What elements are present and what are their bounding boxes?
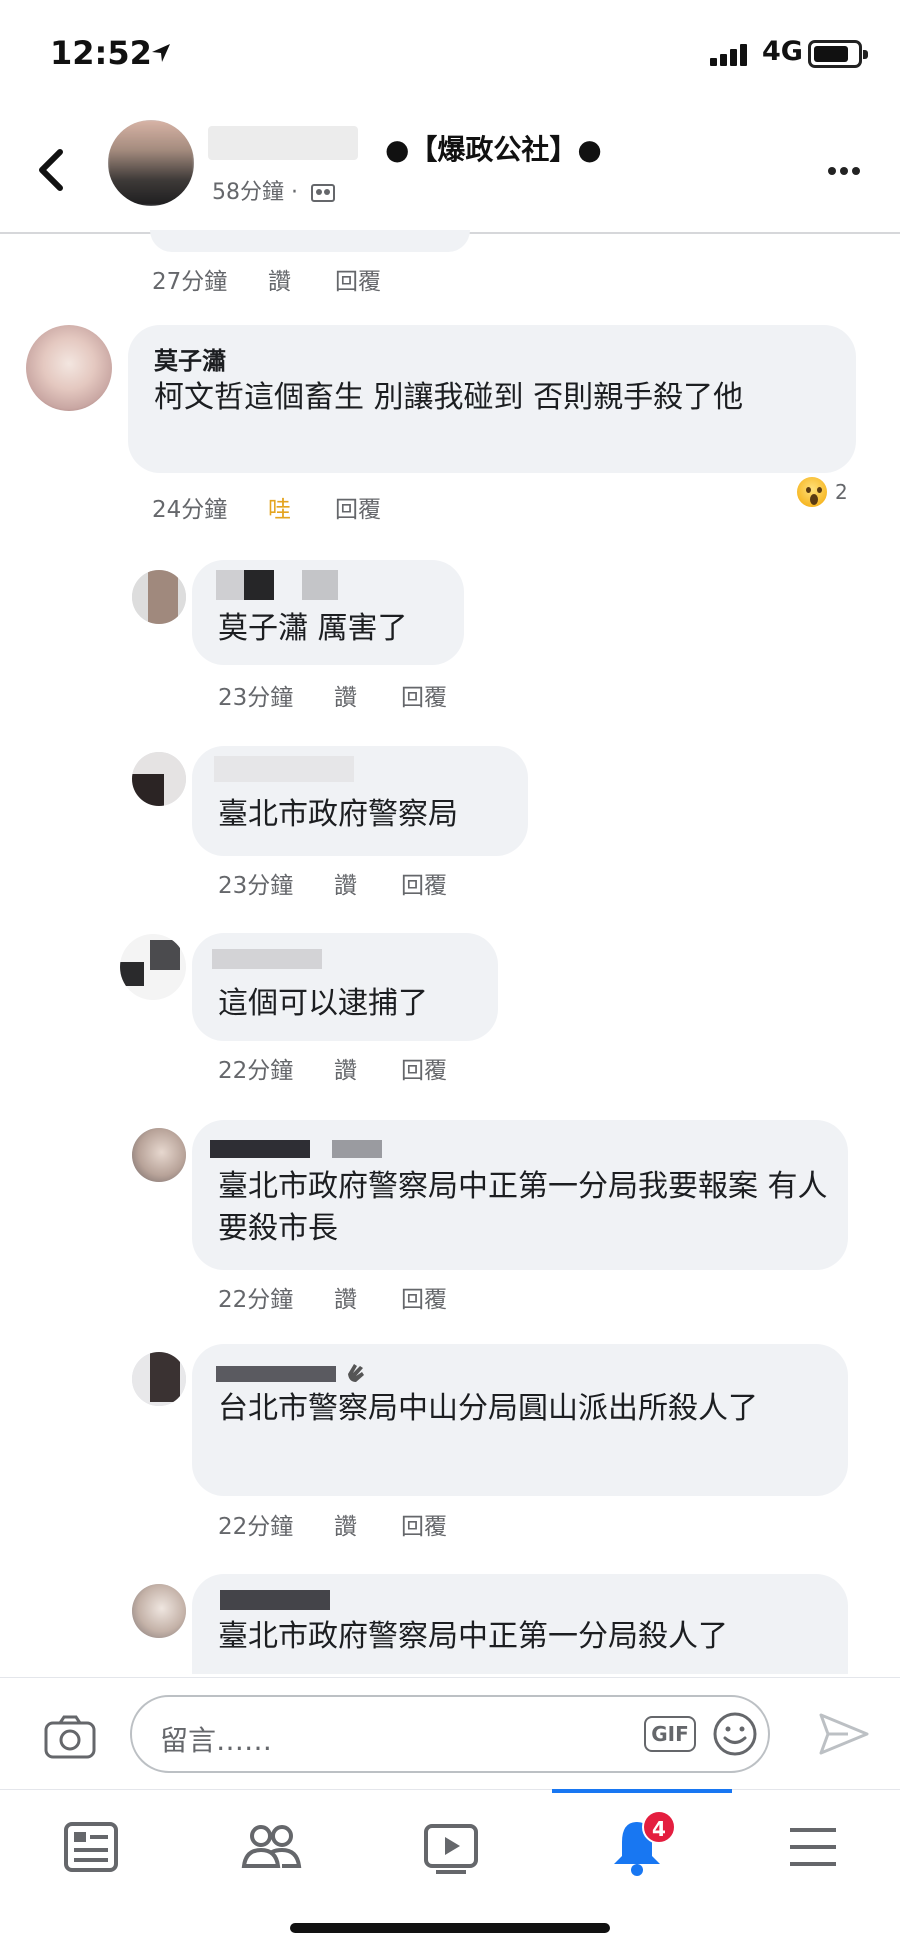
network-label: 4G	[762, 36, 803, 67]
poster-avatar[interactable]	[108, 120, 194, 206]
wow-reaction-icon	[795, 475, 829, 509]
post-meta: 58分鐘 ·	[212, 174, 335, 206]
reply-button[interactable]: 回覆	[335, 262, 381, 296]
like-button[interactable]: 讚	[268, 262, 335, 296]
name-redaction	[212, 949, 322, 969]
commenter-avatar[interactable]	[132, 570, 186, 624]
comment-text: 臺北市政府警察局	[218, 797, 458, 832]
wow-reaction-button[interactable]: 哇	[268, 490, 335, 524]
comment-text: 臺北市政府警察局中正第一分局我要報案 有人要殺市長	[218, 1169, 828, 1246]
commenter-avatar[interactable]	[132, 1584, 186, 1638]
comment-time: 27分鐘	[152, 269, 228, 295]
name-redaction	[216, 1366, 336, 1382]
reply-button[interactable]: 回覆	[401, 1280, 447, 1314]
comment-time: 23分鐘	[218, 873, 294, 899]
more-options-icon[interactable]	[828, 160, 864, 179]
comment-time: 22分鐘	[218, 1514, 294, 1540]
comment-actions: 27分鐘 讚 回覆	[152, 262, 381, 296]
comment-time: 23分鐘	[218, 685, 294, 711]
reaction-summary[interactable]: 2	[795, 475, 848, 509]
home-indicator[interactable]	[290, 1923, 610, 1933]
watch-icon[interactable]	[416, 1812, 486, 1882]
like-button[interactable]: 讚	[334, 1507, 401, 1541]
commenter-avatar[interactable]	[132, 752, 186, 806]
name-redaction	[332, 1140, 382, 1158]
reply-button[interactable]: 回覆	[335, 490, 381, 524]
comment-bubble: 莫子瀟 厲害了	[192, 560, 464, 665]
comment-actions: 22分鐘 讚 回覆	[218, 1280, 447, 1314]
post-header: ●【爆政公社】● 58分鐘 ·	[0, 110, 900, 234]
like-button[interactable]: 讚	[334, 866, 401, 900]
friends-icon[interactable]	[236, 1812, 306, 1882]
comment-bubble: 臺北市政府警察局中正第一分局我要報案 有人要殺市長	[192, 1120, 848, 1270]
group-privacy-icon	[310, 184, 335, 202]
emoji-icon[interactable]	[712, 1711, 758, 1757]
commenter-avatar[interactable]	[120, 934, 186, 1000]
comment-actions: 24分鐘 哇 回覆	[152, 490, 381, 524]
name-redaction	[244, 570, 274, 600]
like-button[interactable]: 讚	[334, 1280, 401, 1314]
menu-icon[interactable]	[778, 1812, 848, 1882]
comment-bubble: 這個可以逮捕了	[192, 933, 498, 1041]
reaction-count: 2	[835, 480, 848, 504]
signal-icon	[710, 42, 752, 66]
status-bar: 12:52 4G	[0, 0, 900, 100]
comment-text: 柯文哲這個畜生 別讓我碰到 否則親手殺了他	[154, 380, 744, 415]
notification-badge: 4	[642, 1810, 676, 1844]
comment-bubble: 台北市警察局中山分局圓山派出所殺人了	[192, 1344, 848, 1496]
comment-actions: 23分鐘 讚 回覆	[218, 678, 447, 712]
group-title[interactable]: ●【爆政公社】●	[385, 128, 602, 168]
comment-bubble: 臺北市政府警察局	[192, 746, 528, 856]
notifications-tab[interactable]: 4	[602, 1810, 676, 1882]
clock: 12:52	[50, 34, 152, 72]
comment-bubble	[150, 230, 470, 252]
back-icon[interactable]	[30, 144, 74, 196]
comment-time: 22分鐘	[218, 1287, 294, 1313]
reply-button[interactable]: 回覆	[401, 1507, 447, 1541]
comment-actions: 22分鐘 讚 回覆	[218, 1507, 447, 1541]
comment-text: 臺北市政府警察局中正第一分局殺人了	[218, 1619, 728, 1654]
comment-bubble: 臺北市政府警察局中正第一分局殺人了	[192, 1574, 848, 1674]
send-icon[interactable]	[818, 1711, 870, 1757]
comment-text: 莫子瀟 厲害了	[218, 611, 408, 646]
comment-bubble: 莫子瀟 柯文哲這個畜生 別讓我碰到 否則親手殺了他	[128, 325, 856, 473]
camera-icon[interactable]	[44, 1715, 96, 1759]
comment-placeholder: 留言……	[160, 1724, 273, 1757]
post-time: 58分鐘 ·	[212, 180, 298, 205]
news-feed-icon[interactable]	[56, 1812, 126, 1882]
commenter-avatar[interactable]	[132, 1352, 186, 1406]
reply-button[interactable]: 回覆	[401, 678, 447, 712]
gif-button[interactable]: GIF	[644, 1716, 696, 1752]
comment-input[interactable]: 留言…… GIF	[130, 1695, 770, 1773]
active-tab-indicator	[552, 1789, 732, 1793]
location-arrow-icon	[152, 44, 170, 62]
comment-actions: 22分鐘 讚 回覆	[218, 1051, 447, 1085]
poster-name-redacted	[208, 126, 358, 160]
like-button[interactable]: 讚	[334, 678, 401, 712]
comment-time: 22分鐘	[218, 1058, 294, 1084]
waving-hand-icon	[348, 1364, 364, 1382]
commenter-name[interactable]: 莫子瀟	[154, 341, 226, 376]
name-redaction	[214, 756, 354, 782]
name-redaction	[302, 570, 338, 600]
name-redaction	[220, 1590, 330, 1610]
comment-text: 這個可以逮捕了	[218, 986, 428, 1021]
comment-text: 台北市警察局中山分局圓山派出所殺人了	[218, 1391, 758, 1426]
comment-composer: 留言…… GIF	[0, 1677, 900, 1789]
battery-icon	[808, 40, 868, 68]
comment-time: 24分鐘	[152, 497, 228, 523]
commenter-avatar[interactable]	[26, 325, 112, 411]
commenter-avatar[interactable]	[132, 1128, 186, 1182]
reply-button[interactable]: 回覆	[401, 866, 447, 900]
comment-actions: 23分鐘 讚 回覆	[218, 866, 447, 900]
like-button[interactable]: 讚	[334, 1051, 401, 1085]
reply-button[interactable]: 回覆	[401, 1051, 447, 1085]
name-redaction	[210, 1140, 310, 1158]
